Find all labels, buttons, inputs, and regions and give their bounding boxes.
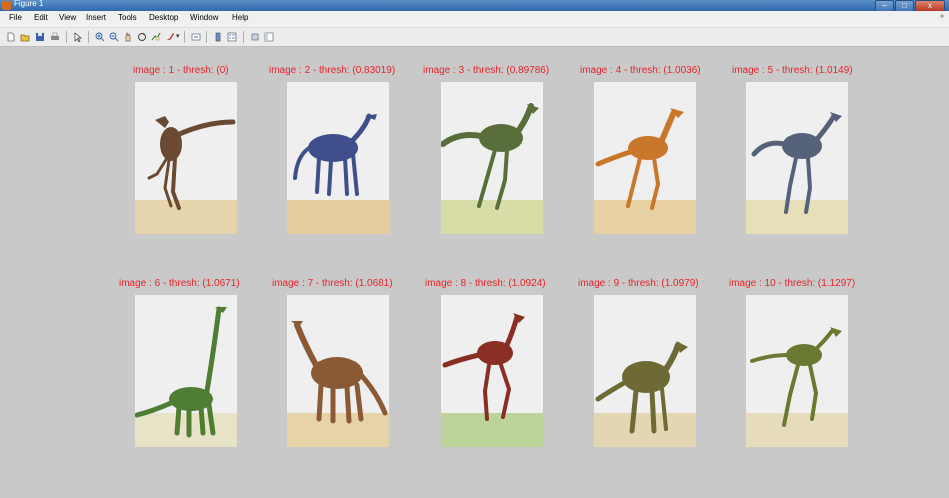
- image-caption: image : 9 - thresh: (1.0979): [578, 278, 699, 289]
- zoom-in-icon[interactable]: [95, 32, 105, 42]
- dinosaur-illustration: [442, 313, 525, 421]
- open-file-icon[interactable]: [20, 32, 30, 42]
- image-thumbnail: [135, 82, 237, 234]
- menu-view[interactable]: View: [59, 13, 76, 22]
- menu-desktop[interactable]: Desktop: [149, 13, 178, 22]
- image-caption: image : 2 - thresh: (0.83019): [269, 65, 396, 76]
- image-caption: image : 7 - thresh: (1.0681): [272, 278, 393, 289]
- dinosaur-illustration: [135, 306, 227, 438]
- image-caption: image : 1 - thresh: (0): [133, 65, 229, 76]
- new-figure-icon[interactable]: [6, 32, 16, 42]
- figure-toolbar: ▾: [0, 28, 949, 47]
- dinosaur-illustration: [291, 321, 388, 424]
- hide-plot-tools-icon[interactable]: [250, 32, 260, 42]
- figure-canvas: image : 1 - thresh: (0) image : 2 - thre…: [0, 47, 949, 498]
- dinosaur-illustration: [293, 113, 377, 196]
- menu-file[interactable]: File: [9, 13, 22, 22]
- brush-dropdown-icon[interactable]: ▾: [176, 32, 180, 40]
- toolbar-separator: [206, 31, 207, 43]
- image-caption: image : 4 - thresh: (1.0036): [580, 65, 701, 76]
- image-thumbnail: [287, 82, 389, 234]
- image-thumbnail: [287, 295, 389, 447]
- matlab-logo-icon: [2, 1, 11, 10]
- toolbar-separator: [66, 31, 67, 43]
- image-thumbnail: [594, 295, 696, 447]
- dinosaur-illustration: [147, 116, 236, 210]
- toolbar-separator: [243, 31, 244, 43]
- image-caption: image : 6 - thresh: (1.0671): [119, 278, 240, 289]
- dinosaur-illustration: [595, 108, 684, 210]
- link-icon[interactable]: [191, 32, 201, 42]
- image-thumbnail: [441, 295, 543, 447]
- print-icon[interactable]: [50, 32, 60, 42]
- save-icon[interactable]: [35, 32, 45, 42]
- dinosaur-illustration: [750, 327, 842, 427]
- insert-colorbar-icon[interactable]: [213, 32, 223, 42]
- image-caption: image : 3 - thresh: (0.89786): [423, 65, 550, 76]
- menu-window[interactable]: Window: [190, 13, 218, 22]
- zoom-out-icon[interactable]: [109, 32, 119, 42]
- dinosaur-illustration: [595, 341, 688, 434]
- image-caption: image : 8 - thresh: (1.0924): [425, 278, 546, 289]
- toolbar-separator: [184, 31, 185, 43]
- menu-overflow-icon[interactable]: »: [940, 13, 944, 20]
- brush-icon[interactable]: [165, 32, 175, 42]
- toolbar-separator: [88, 31, 89, 43]
- title-bar: Figure 1 – □ x: [0, 0, 949, 12]
- insert-legend-icon[interactable]: [227, 32, 237, 42]
- show-plot-tools-icon[interactable]: [264, 32, 274, 42]
- image-thumbnail: [135, 295, 237, 447]
- image-caption: image : 10 - thresh: (1.1297): [729, 278, 856, 289]
- image-thumbnail: [746, 295, 848, 447]
- window-title: Figure 1: [14, 0, 44, 8]
- data-cursor-icon[interactable]: [151, 32, 161, 42]
- menu-edit[interactable]: Edit: [34, 13, 48, 22]
- image-thumbnail: [746, 82, 848, 234]
- image-thumbnail: [441, 82, 543, 234]
- menu-bar: File Edit View Insert Tools Desktop Wind…: [0, 11, 949, 28]
- menu-insert[interactable]: Insert: [86, 13, 106, 22]
- dinosaur-illustration: [441, 103, 539, 210]
- dinosaur-illustration: [751, 112, 842, 214]
- menu-help[interactable]: Help: [232, 13, 248, 22]
- image-caption: image : 5 - thresh: (1.0149): [732, 65, 853, 76]
- pan-icon[interactable]: [123, 32, 133, 42]
- pointer-icon[interactable]: [73, 32, 83, 42]
- image-thumbnail: [594, 82, 696, 234]
- rotate-icon[interactable]: [137, 32, 147, 42]
- menu-tools[interactable]: Tools: [118, 13, 137, 22]
